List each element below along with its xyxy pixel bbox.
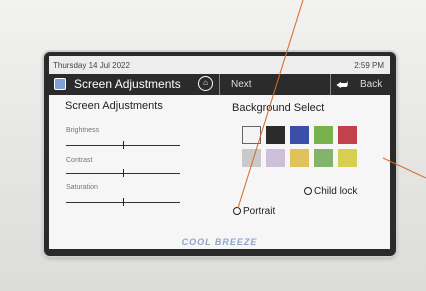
page-title: Screen Adjustments xyxy=(74,77,181,91)
next-label: Next xyxy=(231,79,252,90)
title-divider xyxy=(330,74,331,95)
color-swatch[interactable] xyxy=(242,149,261,167)
radio-icon xyxy=(304,187,312,195)
title-bar: Screen Adjustments ⌂ Next ⮨ Back xyxy=(49,74,390,95)
adjustments-heading: Screen Adjustments xyxy=(65,100,163,112)
portrait-label: Portrait xyxy=(243,206,276,217)
color-swatch[interactable] xyxy=(290,126,309,144)
color-swatch[interactable] xyxy=(266,126,285,144)
color-swatch[interactable] xyxy=(242,126,261,144)
color-swatch[interactable] xyxy=(314,149,333,167)
back-button[interactable]: ⮨ Back xyxy=(332,74,390,95)
saturation-thumb[interactable] xyxy=(123,198,124,206)
back-label: Back xyxy=(360,79,383,90)
color-swatch[interactable] xyxy=(266,149,285,167)
color-swatch[interactable] xyxy=(290,149,309,167)
child-lock-label: Child lock xyxy=(314,186,358,197)
portrait-option[interactable]: Portrait xyxy=(233,206,275,217)
color-swatch[interactable] xyxy=(338,149,357,167)
contrast-label: Contrast xyxy=(66,157,93,164)
touch-screen: Thursday 14 Jul 2022 2:59 PM Screen Adju… xyxy=(49,56,390,249)
color-swatch[interactable] xyxy=(314,126,333,144)
home-icon[interactable]: ⌂ xyxy=(198,76,213,91)
child-lock-option[interactable]: Child lock xyxy=(304,186,357,197)
brightness-label: Brightness xyxy=(66,127,100,134)
title-divider xyxy=(219,74,220,95)
next-button[interactable]: Next xyxy=(223,74,283,95)
radio-icon xyxy=(233,207,241,215)
brightness-thumb[interactable] xyxy=(123,141,124,149)
background-heading: Background Select xyxy=(232,102,325,114)
screen-icon xyxy=(54,78,66,90)
color-swatch[interactable] xyxy=(338,126,357,144)
status-time: 2:59 PM xyxy=(354,61,384,70)
status-date: Thursday 14 Jul 2022 xyxy=(53,61,130,70)
status-bar: Thursday 14 Jul 2022 2:59 PM xyxy=(49,56,390,74)
back-arrow-icon: ⮨ xyxy=(336,77,349,92)
brand-logo: COOL BREEZE xyxy=(181,237,258,247)
saturation-label: Saturation xyxy=(66,184,98,191)
contrast-thumb[interactable] xyxy=(123,169,124,177)
